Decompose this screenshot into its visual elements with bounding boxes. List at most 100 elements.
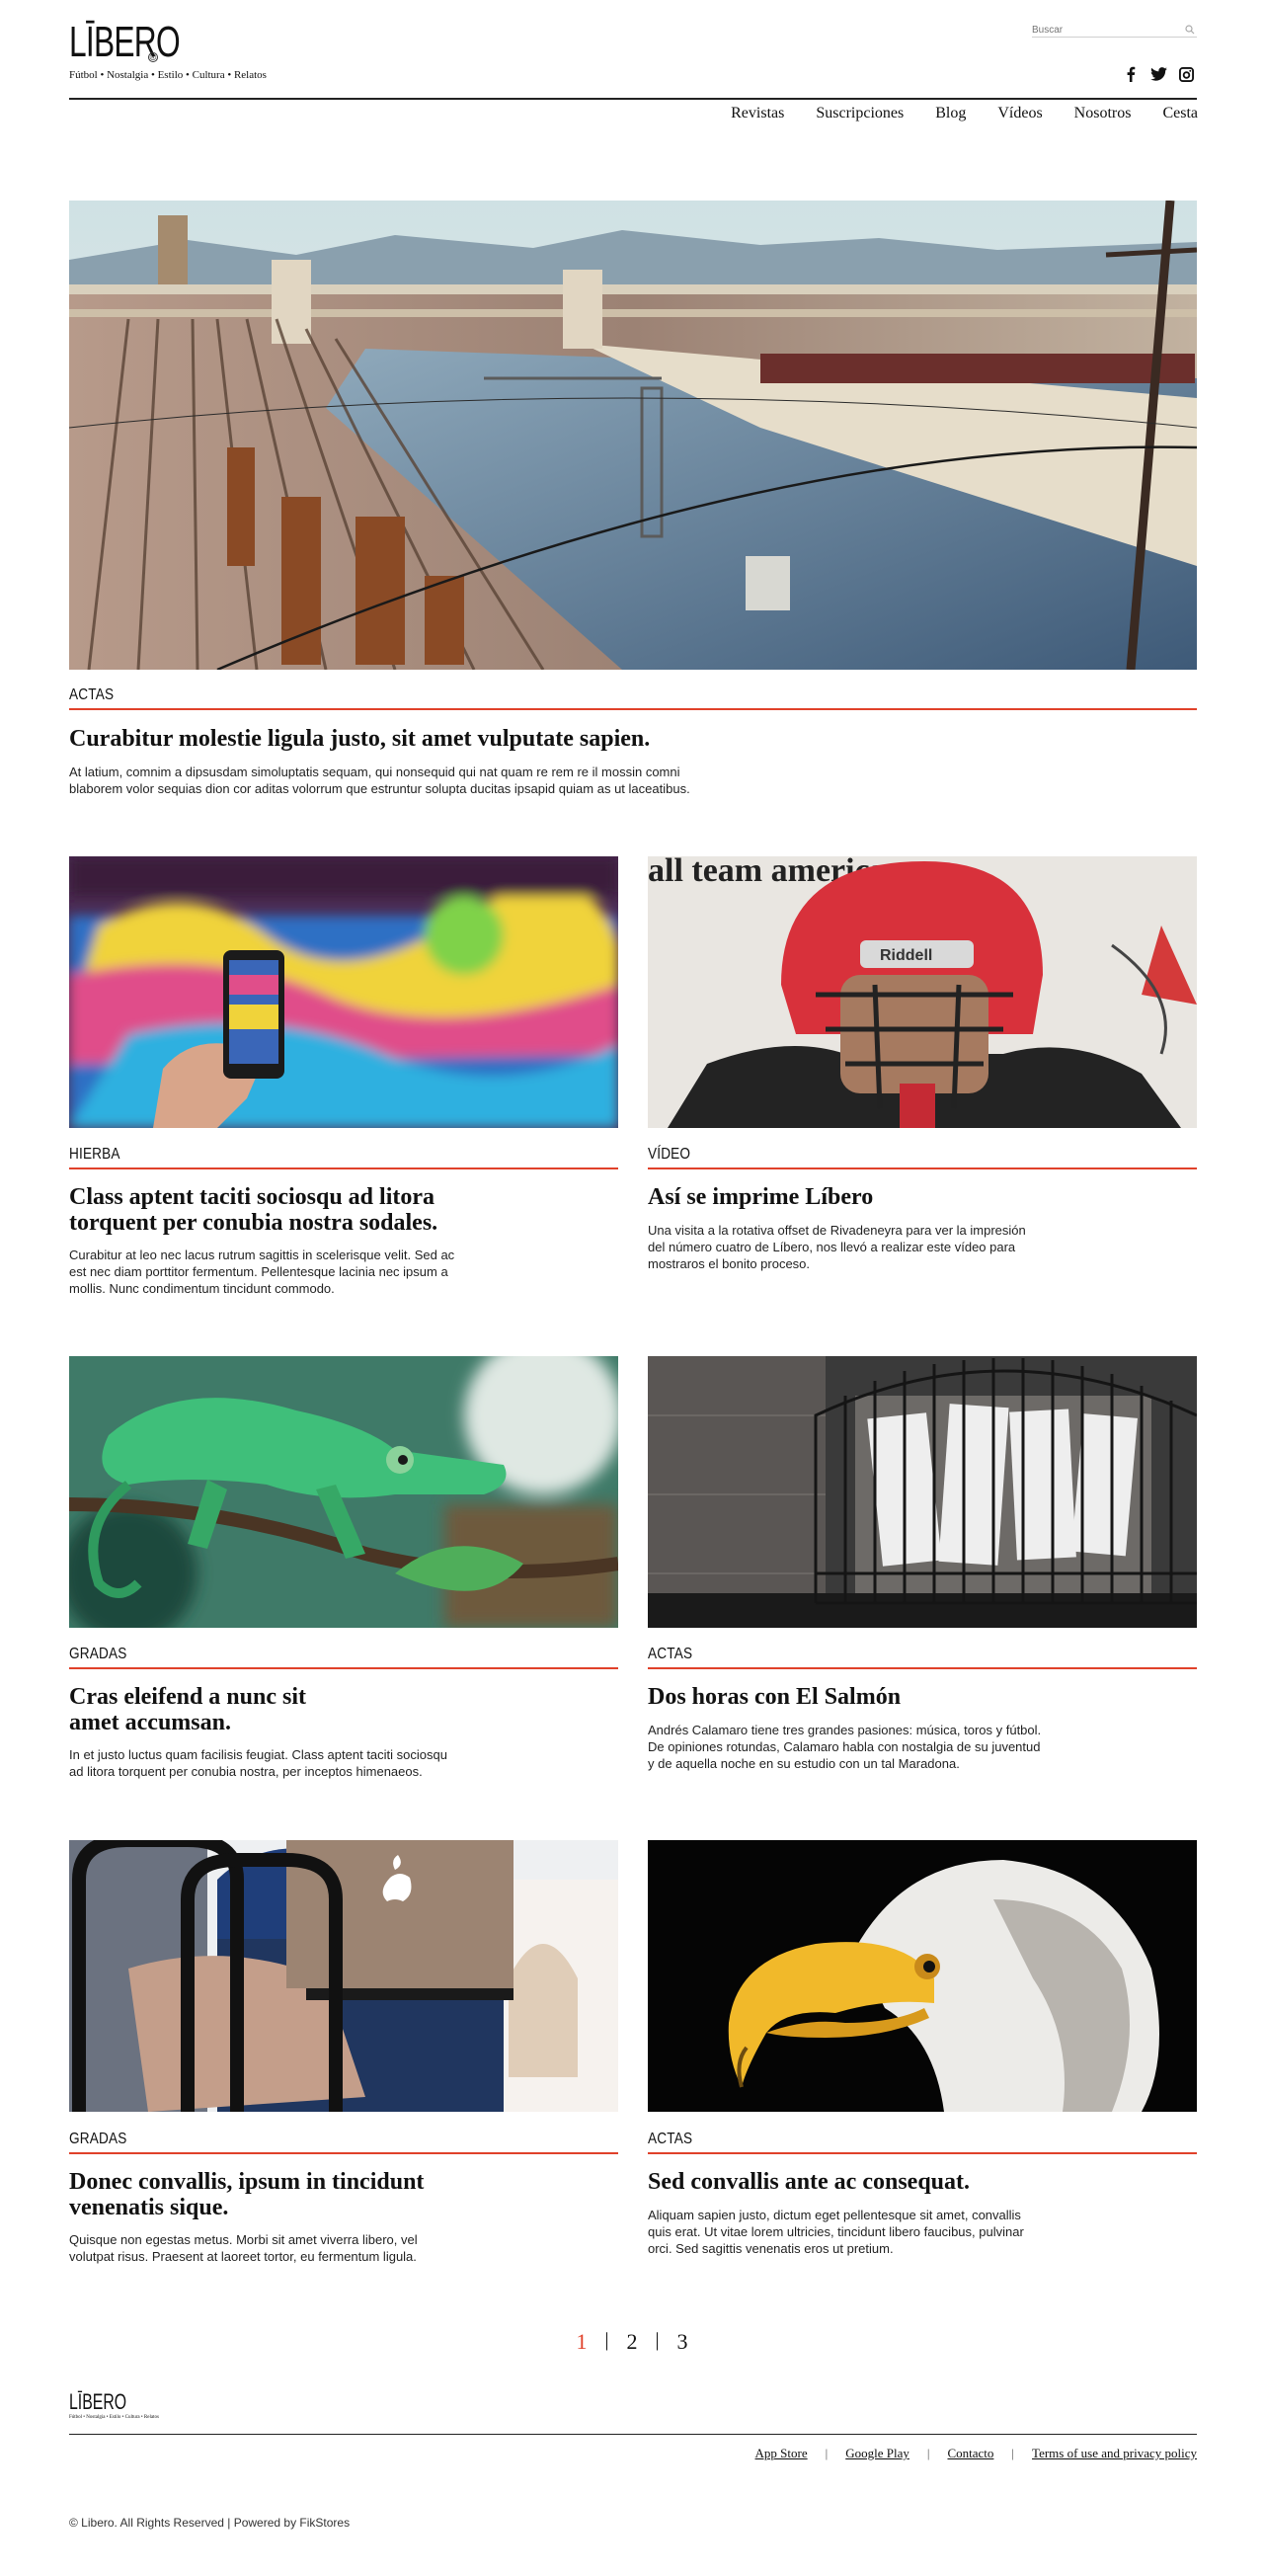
card-category[interactable]: ACTAS (648, 1646, 692, 1663)
hero-category[interactable]: ACTAS (69, 686, 114, 704)
terms-link[interactable]: Terms of use and privacy policy (1032, 2446, 1197, 2461)
card-image-graffiti[interactable] (69, 856, 618, 1128)
hero-image[interactable] (69, 201, 1197, 670)
card-image-chameleon[interactable] (69, 1356, 618, 1628)
card-excerpt-line: Una visita a la rotativa offset de Rivad… (648, 1223, 1026, 1238)
card-category[interactable]: GRADAS (69, 2131, 126, 2148)
card-title-line: Cras eleifend a nunc sit (69, 1684, 306, 1710)
card-excerpt-line: est nec diam porttitor fermentum. Pellen… (69, 1264, 448, 1279)
contact-link[interactable]: Contacto (947, 2446, 993, 2461)
card-excerpt-line: Aliquam sapien justo, dictum eget pellen… (648, 2208, 1021, 2222)
nav-blog[interactable]: Blog (935, 105, 966, 122)
card-image-eagle[interactable] (648, 1840, 1197, 2112)
card-title[interactable]: Dos horas con El Salmón (648, 1684, 901, 1710)
card-excerpt-line: Andrés Calamaro tiene tres grandes pasio… (648, 1723, 1042, 1737)
card-excerpt: In et justo luctus quam facilisis feugia… (69, 1746, 447, 1780)
hero-excerpt: At latium, comnim a dipsusdam simoluptat… (69, 764, 690, 797)
card-title-line: amet accumsan. (69, 1710, 231, 1735)
card-category-rule (69, 1667, 618, 1669)
twitter-icon[interactable] (1149, 65, 1167, 83)
pagination-separator: | (604, 2329, 609, 2351)
card-excerpt-line: del número cuatro de Líbero, nos llevó a… (648, 1240, 1016, 1254)
card-title[interactable]: Así se imprime Líbero (648, 1184, 873, 1210)
page-link-2[interactable]: 2 (627, 2329, 638, 2355)
card-title-line: Sed convallis ante ac consequat. (648, 2169, 971, 2195)
card-title[interactable]: Sed convallis ante ac consequat. (648, 2169, 970, 2195)
header-divider (69, 98, 1197, 100)
search-input[interactable] (1032, 22, 1180, 39)
svg-text:Riddell: Riddell (880, 947, 932, 964)
main-nav: Revistas Suscripciones Blog Vídeos Nosot… (731, 105, 1198, 122)
card-category-rule (648, 1667, 1197, 1669)
hero-title[interactable]: Curabitur molestie ligula justo, sit ame… (69, 726, 650, 752)
google-play-link[interactable]: Google Play (845, 2446, 909, 2461)
card-image-laptop[interactable] (69, 1840, 618, 2112)
page-link-3[interactable]: 3 (677, 2329, 688, 2355)
footer-tagline: Fútbol • Nostalgia • Estilo • Cultura • … (69, 2415, 159, 2420)
card-excerpt-line: mostraros el bonito proceso. (648, 1256, 811, 1271)
social-links (1122, 65, 1195, 83)
site-logo[interactable]: LĪBERO ® Fútbol • Nostalgia • Estilo • C… (69, 18, 267, 82)
card-excerpt-line: In et justo luctus quam facilisis feugia… (69, 1747, 447, 1762)
card-excerpt: Andrés Calamaro tiene tres grandes pasio… (648, 1722, 1041, 1772)
footer-links: App Store | Google Play | Contacto | Ter… (755, 2446, 1197, 2461)
card-excerpt: Una visita a la rotativa offset de Rivad… (648, 1222, 1026, 1272)
copyright: © Libero. All Rights Reserved | Powered … (69, 2516, 351, 2530)
nav-videos[interactable]: Vídeos (997, 105, 1042, 122)
card-title-line: Donec convallis, ipsum in tincidunt (69, 2169, 425, 2195)
card-title-line: Así se imprime Líbero (648, 1184, 874, 1210)
footer-logo[interactable]: LĪBERO Fútbol • Nostalgia • Estilo • Cul… (69, 2389, 159, 2421)
card-category-rule (648, 2152, 1197, 2154)
card-title[interactable]: Donec convallis, ipsum in tincidunt vene… (69, 2169, 424, 2220)
footer-separator: | (926, 2446, 930, 2460)
card-image-cage[interactable] (648, 1356, 1197, 1628)
card-excerpt-line: volutpat risus. Praesent at laoreet tort… (69, 2249, 417, 2264)
card-excerpt-line: De opiniones rotundas, Calamaro habla co… (648, 1739, 1041, 1754)
pagination-separator: | (655, 2329, 660, 2351)
card-title-line: venenatis sique. (69, 2195, 229, 2220)
logo-wordmark: LĪBERO (69, 18, 181, 66)
pagination: 1 | 2 | 3 (0, 2329, 1264, 2355)
site-tagline: Fútbol • Nostalgia • Estilo • Cultura • … (69, 69, 267, 81)
nav-suscripciones[interactable]: Suscripciones (816, 105, 904, 122)
card-excerpt-line: ad litora torquent per conubia nostra, p… (69, 1764, 423, 1779)
nav-revistas[interactable]: Revistas (731, 105, 784, 122)
facebook-icon[interactable] (1122, 65, 1140, 83)
registered-mark: ® (148, 52, 158, 62)
nav-cesta[interactable]: Cesta (1162, 105, 1198, 122)
card-category-rule (648, 1167, 1197, 1169)
hero-excerpt-line: blaborem volor sequias dion cor aditas v… (69, 781, 690, 796)
card-category-rule (69, 2152, 618, 2154)
card-title[interactable]: Class aptent taciti sociosqu ad litora t… (69, 1184, 437, 1236)
footer-separator: | (1011, 2446, 1015, 2460)
card-image-helmet[interactable]: all team american Riddell (648, 856, 1197, 1128)
card-excerpt-line: orci. Sed sagittis venenatis eros ut pre… (648, 2241, 894, 2256)
hero-category-rule (69, 708, 1197, 710)
card-excerpt: Aliquam sapien justo, dictum eget pellen… (648, 2207, 1024, 2257)
card-excerpt: Quisque non egestas metus. Morbi sit ame… (69, 2231, 418, 2265)
app-store-link[interactable]: App Store (755, 2446, 808, 2461)
card-category[interactable]: HIERBA (69, 1146, 120, 1164)
nav-nosotros[interactable]: Nosotros (1074, 105, 1132, 122)
footer-logo-wordmark: LĪBERO (69, 2389, 127, 2414)
card-category-rule (69, 1167, 618, 1169)
card-excerpt-line: quis erat. Ut vitae lorem ultricies, tin… (648, 2224, 1024, 2239)
card-category[interactable]: ACTAS (648, 2131, 692, 2148)
card-category[interactable]: GRADAS (69, 1646, 126, 1663)
card-category[interactable]: VÍDEO (648, 1146, 690, 1164)
search-box (1032, 20, 1197, 39)
footer-separator: | (825, 2446, 829, 2460)
search-icon[interactable] (1185, 22, 1197, 35)
card-excerpt-line: Curabitur at leo nec lacus rutrum sagitt… (69, 1248, 455, 1262)
card-excerpt: Curabitur at leo nec lacus rutrum sagitt… (69, 1247, 454, 1297)
footer-divider (69, 2434, 1197, 2435)
card-title-line: torquent per conubia nostra sodales. (69, 1210, 438, 1236)
card-excerpt-line: y de aquella noche en su estudio con un … (648, 1756, 960, 1771)
card-title-line: Dos horas con El Salmón (648, 1684, 902, 1710)
card-title[interactable]: Cras eleifend a nunc sit amet accumsan. (69, 1684, 306, 1735)
page-link-1[interactable]: 1 (576, 2329, 587, 2355)
card-title-line: Class aptent taciti sociosqu ad litora (69, 1184, 435, 1210)
instagram-icon[interactable] (1177, 65, 1195, 83)
hero-excerpt-line: At latium, comnim a dipsusdam simoluptat… (69, 765, 680, 779)
card-excerpt-line: mollis. Nunc condimentum tincidunt commo… (69, 1281, 335, 1296)
